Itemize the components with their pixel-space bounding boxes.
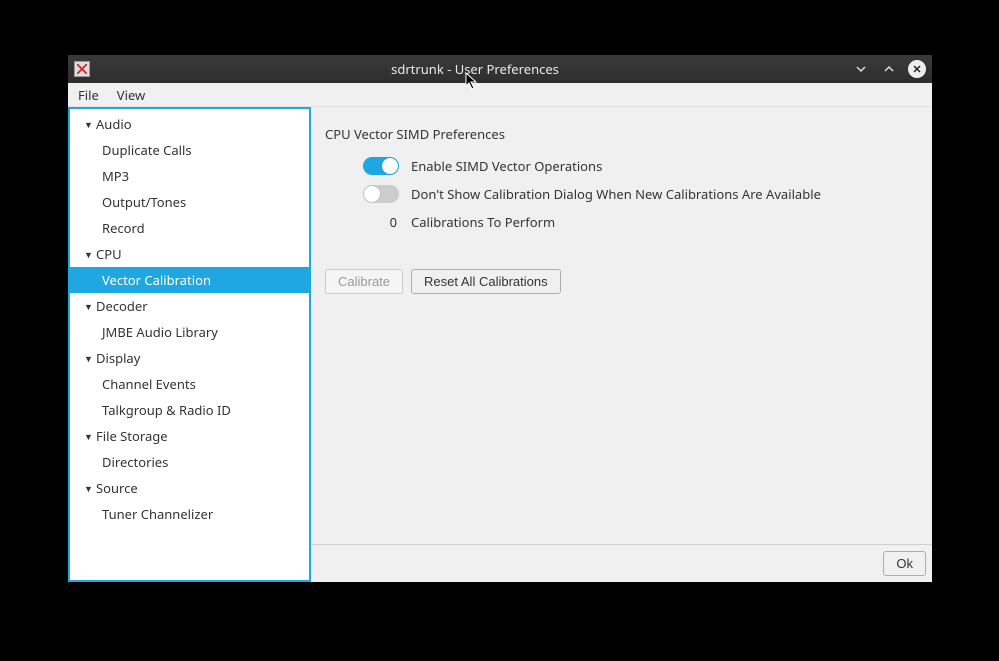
section-title: CPU Vector SIMD Preferences bbox=[325, 125, 918, 143]
menu-view[interactable]: View bbox=[117, 86, 145, 104]
main-body: CPU Vector SIMD Preferences Enable SIMD … bbox=[311, 107, 932, 544]
chevron-down-icon: ▼ bbox=[84, 482, 92, 495]
chevron-down-icon: ▼ bbox=[84, 300, 92, 313]
chevron-down-icon: ▼ bbox=[84, 430, 92, 443]
chevron-down-icon: ▼ bbox=[84, 248, 92, 261]
sidebar-item-tuner-channelizer[interactable]: Tuner Channelizer bbox=[70, 501, 309, 527]
sidebar-item-talkgroup-radio-id[interactable]: Talkgroup & Radio ID bbox=[70, 397, 309, 423]
sidebar-item-record[interactable]: Record bbox=[70, 215, 309, 241]
category-label: File Storage bbox=[96, 427, 168, 445]
window-controls bbox=[852, 60, 926, 78]
category-display[interactable]: ▼ Display bbox=[70, 345, 309, 371]
sidebar-item-directories[interactable]: Directories bbox=[70, 449, 309, 475]
row-enable-simd: Enable SIMD Vector Operations bbox=[325, 157, 918, 175]
minimize-icon[interactable] bbox=[852, 60, 870, 78]
ok-button[interactable]: Ok bbox=[883, 551, 926, 576]
enable-simd-label: Enable SIMD Vector Operations bbox=[411, 157, 602, 175]
preferences-window: sdrtrunk - User Preferences File View ▼ … bbox=[68, 55, 932, 582]
hide-dialog-label: Don't Show Calibration Dialog When New C… bbox=[411, 185, 821, 203]
menu-file[interactable]: File bbox=[78, 86, 99, 104]
button-row: Calibrate Reset All Calibrations bbox=[325, 269, 918, 294]
chevron-down-icon: ▼ bbox=[84, 118, 92, 131]
category-label: Display bbox=[96, 349, 140, 367]
calibrate-button[interactable]: Calibrate bbox=[325, 269, 403, 294]
window-title: sdrtrunk - User Preferences bbox=[98, 60, 852, 78]
sidebar: ▼ Audio Duplicate Calls MP3 Output/Tones… bbox=[68, 107, 311, 582]
content-area: ▼ Audio Duplicate Calls MP3 Output/Tones… bbox=[68, 107, 932, 582]
sidebar-item-channel-events[interactable]: Channel Events bbox=[70, 371, 309, 397]
reset-calibrations-button[interactable]: Reset All Calibrations bbox=[411, 269, 561, 294]
footer: Ok bbox=[311, 544, 932, 582]
maximize-icon[interactable] bbox=[880, 60, 898, 78]
titlebar: sdrtrunk - User Preferences bbox=[68, 55, 932, 83]
row-calibrations-count: 0 Calibrations To Perform bbox=[325, 213, 918, 231]
category-cpu[interactable]: ▼ CPU bbox=[70, 241, 309, 267]
category-label: CPU bbox=[96, 245, 122, 263]
calibrations-label: Calibrations To Perform bbox=[411, 213, 555, 231]
app-icon bbox=[74, 61, 90, 77]
category-label: Decoder bbox=[96, 297, 148, 315]
category-audio[interactable]: ▼ Audio bbox=[70, 111, 309, 137]
category-decoder[interactable]: ▼ Decoder bbox=[70, 293, 309, 319]
menubar: File View bbox=[68, 83, 932, 107]
category-label: Source bbox=[96, 479, 138, 497]
chevron-down-icon: ▼ bbox=[84, 352, 92, 365]
category-source[interactable]: ▼ Source bbox=[70, 475, 309, 501]
calibrations-count: 0 bbox=[373, 213, 399, 231]
sidebar-item-duplicate-calls[interactable]: Duplicate Calls bbox=[70, 137, 309, 163]
sidebar-item-vector-calibration[interactable]: Vector Calibration bbox=[70, 267, 309, 293]
sidebar-item-output-tones[interactable]: Output/Tones bbox=[70, 189, 309, 215]
row-hide-dialog: Don't Show Calibration Dialog When New C… bbox=[325, 185, 918, 203]
category-file-storage[interactable]: ▼ File Storage bbox=[70, 423, 309, 449]
main-panel: CPU Vector SIMD Preferences Enable SIMD … bbox=[311, 107, 932, 582]
toggle-hide-dialog[interactable] bbox=[363, 185, 399, 203]
close-icon[interactable] bbox=[908, 60, 926, 78]
sidebar-item-mp3[interactable]: MP3 bbox=[70, 163, 309, 189]
category-label: Audio bbox=[96, 115, 132, 133]
toggle-enable-simd[interactable] bbox=[363, 157, 399, 175]
sidebar-item-jmbe-audio-library[interactable]: JMBE Audio Library bbox=[70, 319, 309, 345]
